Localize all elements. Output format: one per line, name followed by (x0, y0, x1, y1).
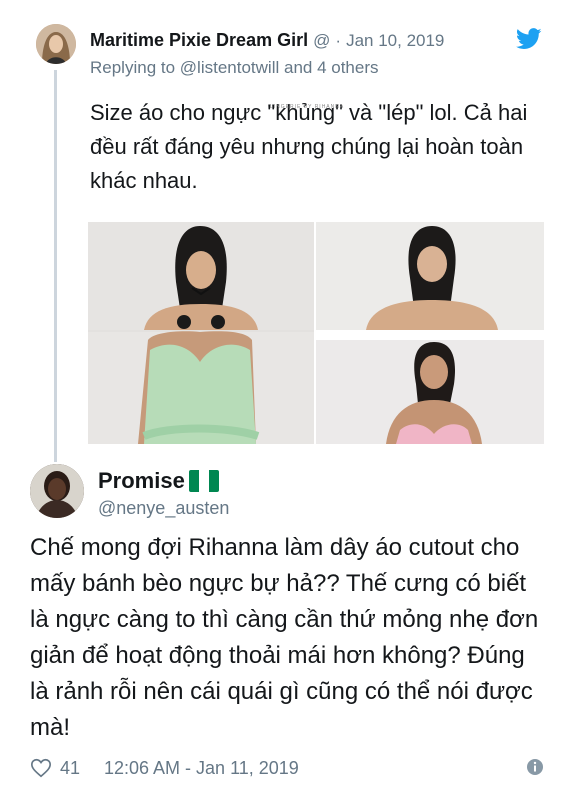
reply-to-link[interactable]: @listentotwill (180, 58, 279, 77)
tweet-date[interactable]: Jan 10, 2019 (346, 31, 444, 50)
handle[interactable]: @ (313, 31, 330, 50)
tweet2-header: Promise (98, 468, 219, 494)
media-photo-top-right[interactable] (316, 222, 544, 330)
reply-others-link[interactable]: and 4 others (284, 58, 379, 77)
media-photo-bottom-right[interactable] (316, 340, 544, 444)
replying-to: Replying to @listentotwill and 4 others (90, 58, 379, 78)
tweet1-header: Maritime Pixie Dream Girl @ · Jan 10, 20… (90, 28, 444, 53)
avatar-promise[interactable] (30, 464, 84, 518)
tweet-footer: 41 12:06 AM - Jan 11, 2019 (30, 756, 544, 780)
info-icon[interactable] (526, 758, 544, 776)
twitter-bird-icon[interactable] (515, 28, 542, 50)
separator: · (335, 31, 342, 50)
avatar-maritime-pixie[interactable] (36, 24, 76, 64)
like-count: 41 (60, 758, 81, 778)
photo-caption: LINGERIE BY RIHANNA (270, 104, 345, 110)
handle-promise[interactable]: @nenye_austen (98, 498, 229, 519)
tweet-timestamp[interactable]: 12:06 AM - Jan 11, 2019 (104, 758, 299, 779)
thread-line (54, 70, 57, 462)
media-photo-left[interactable] (88, 222, 314, 444)
reply-prefix: Replying to (90, 58, 176, 77)
display-name[interactable]: Maritime Pixie Dream Girl (90, 30, 308, 50)
heart-icon[interactable] (30, 757, 52, 779)
media-grid (88, 222, 544, 444)
tweet1-text: Size áo cho ngực "khủng" và "lép" lol. C… (90, 100, 528, 193)
tweet2-text: Chế mong đợi Rihanna làm dây áo cutout c… (30, 534, 539, 741)
display-name-promise[interactable]: Promise (98, 468, 185, 494)
nigeria-flag-icon (188, 470, 219, 492)
